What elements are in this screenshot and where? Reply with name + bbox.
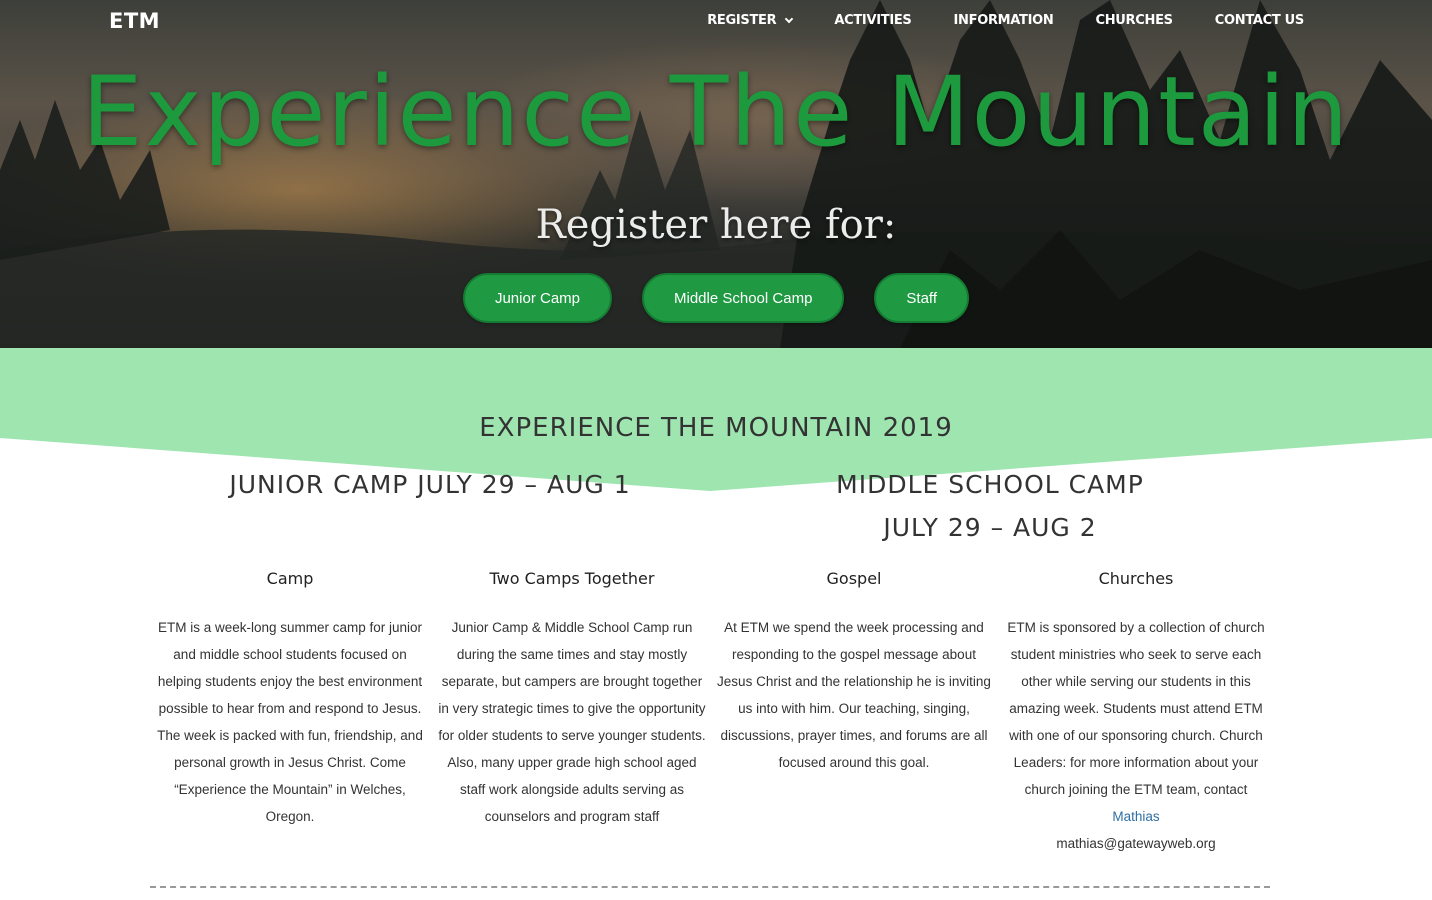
column-gospel: Gospel At ETM we spend the week processi… xyxy=(713,566,995,857)
contact-mathias-link[interactable]: Mathias xyxy=(1112,809,1159,824)
column-title: Gospel xyxy=(826,569,882,588)
info-columns: Camp ETM is a week-long summer camp for … xyxy=(149,566,1279,857)
column-title: Churches xyxy=(1098,569,1174,588)
top-navbar: ETM REGISTER ACTIVITIES INFORMATION CHUR… xyxy=(0,0,1432,44)
junior-camp-button[interactable]: Junior Camp xyxy=(462,273,613,323)
middle-school-camp-range: JULY 29 – AUG 2 xyxy=(883,513,1097,542)
junior-camp-dates: JUNIOR CAMP JULY 29 – AUG 1 xyxy=(229,470,631,499)
nav-register-label: REGISTER xyxy=(707,13,777,28)
column-text: ETM is sponsored by a collection of chur… xyxy=(1007,620,1265,797)
column-text-wrapper: ETM is sponsored by a collection of chur… xyxy=(999,614,1273,857)
middle-school-camp-title: MIDDLE SCHOOL CAMP xyxy=(836,470,1144,499)
hero-title: Experience The Mountain xyxy=(81,56,1351,168)
column-text: Junior Camp & Middle School Camp run dur… xyxy=(438,620,706,824)
staff-button[interactable]: Staff xyxy=(874,273,970,323)
chevron-down-icon xyxy=(785,14,794,23)
brand-logo[interactable]: ETM xyxy=(109,9,160,33)
hero-subtitle: Register here for: xyxy=(535,202,897,248)
section-divider xyxy=(150,886,1270,888)
nav-contact-us[interactable]: CONTACT US xyxy=(1215,13,1305,28)
nav-churches[interactable]: CHURCHES xyxy=(1095,13,1173,28)
column-text: At ETM we spend the week processing and … xyxy=(717,620,991,770)
nav-activities[interactable]: ACTIVITIES xyxy=(834,13,911,28)
nav-register[interactable]: REGISTER xyxy=(707,13,794,28)
nav-information[interactable]: INFORMATION xyxy=(954,13,1054,28)
nav-links: REGISTER ACTIVITIES INFORMATION CHURCHES… xyxy=(665,13,1304,28)
column-two-camps: Two Camps Together Junior Camp & Middle … xyxy=(431,566,713,857)
middle-school-camp-button[interactable]: Middle School Camp xyxy=(642,273,845,323)
contact-email: mathias@gatewayweb.org xyxy=(1056,836,1216,851)
column-title: Two Camps Together xyxy=(489,569,655,588)
section-heading: EXPERIENCE THE MOUNTAIN 2019 xyxy=(479,413,953,443)
hero-banner: ETM REGISTER ACTIVITIES INFORMATION CHUR… xyxy=(0,0,1432,348)
column-text: ETM is a week-long summer camp for junio… xyxy=(157,620,423,824)
middle-school-camp-dates: MIDDLE SCHOOL CAMP JULY 29 – AUG 2 xyxy=(720,463,1260,549)
column-camp: Camp ETM is a week-long summer camp for … xyxy=(149,566,431,857)
register-buttons: Junior Camp Middle School Camp Staff xyxy=(0,273,1432,323)
column-title: Camp xyxy=(266,569,314,588)
column-churches: Churches ETM is sponsored by a collectio… xyxy=(995,566,1277,857)
